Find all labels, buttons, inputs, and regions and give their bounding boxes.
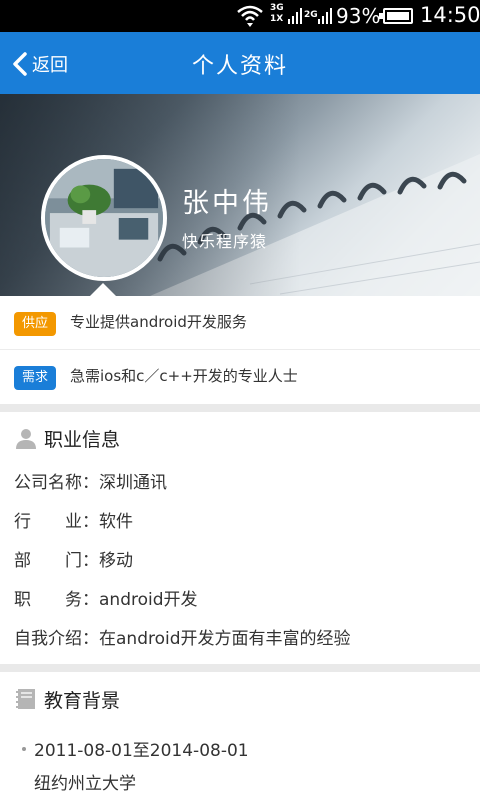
avatar-photo <box>45 159 163 277</box>
avatar[interactable] <box>41 155 167 281</box>
demand-tag: 需求 <box>14 366 56 390</box>
career-heading: 职业信息 <box>44 428 121 451</box>
company-row: 公司名称：深圳通讯 <box>14 473 167 493</box>
pointer-arrow <box>90 283 116 296</box>
supply-row: 供应 专业提供android开发服务 <box>0 296 480 350</box>
supply-text: 专业提供android开发服务 <box>70 313 247 331</box>
demand-text: 急需ios和c／c++开发的专业人士 <box>70 367 298 385</box>
section-divider <box>0 404 480 412</box>
education-heading: 教育背景 <box>44 689 121 712</box>
user-name: 张中伟 <box>182 188 272 219</box>
nav-bar: 返回 个人资料 <box>0 32 480 94</box>
wifi-icon <box>237 5 263 27</box>
industry-row: 行 业：软件 <box>14 512 133 532</box>
career-section-header: 职业信息 <box>14 424 120 452</box>
education-period: 2011-08-01至2014-08-01 <box>34 741 249 761</box>
signal-icon <box>288 8 302 24</box>
page-title: 个人资料 <box>191 54 288 79</box>
education-section-header: 教育背景 <box>14 685 120 713</box>
department-row: 部 门：移动 <box>14 551 133 571</box>
book-icon <box>16 689 35 709</box>
user-icon <box>16 429 36 449</box>
battery-icon <box>379 8 413 24</box>
battery-percent: 93% <box>336 4 381 28</box>
clock: 14:50 <box>420 3 480 27</box>
section-divider <box>0 664 480 672</box>
education-school: 纽约州立大学 <box>34 774 136 794</box>
self-intro-row: 自我介绍：在android开发方面有丰富的经验 <box>14 629 351 649</box>
network-type-label: 3G 1X <box>270 3 284 24</box>
demand-row: 需求 急需ios和c／c++开发的专业人士 <box>0 350 480 404</box>
list-bullet <box>22 747 26 751</box>
signal-icon <box>318 8 332 24</box>
user-signature: 快乐程序猿 <box>182 232 268 251</box>
network-type-label: 2G <box>304 10 318 20</box>
status-bar: 3G 1X 2G 93% 14:50 <box>0 0 480 32</box>
supply-tag: 供应 <box>14 312 56 336</box>
position-row: 职 务：android开发 <box>14 590 198 610</box>
